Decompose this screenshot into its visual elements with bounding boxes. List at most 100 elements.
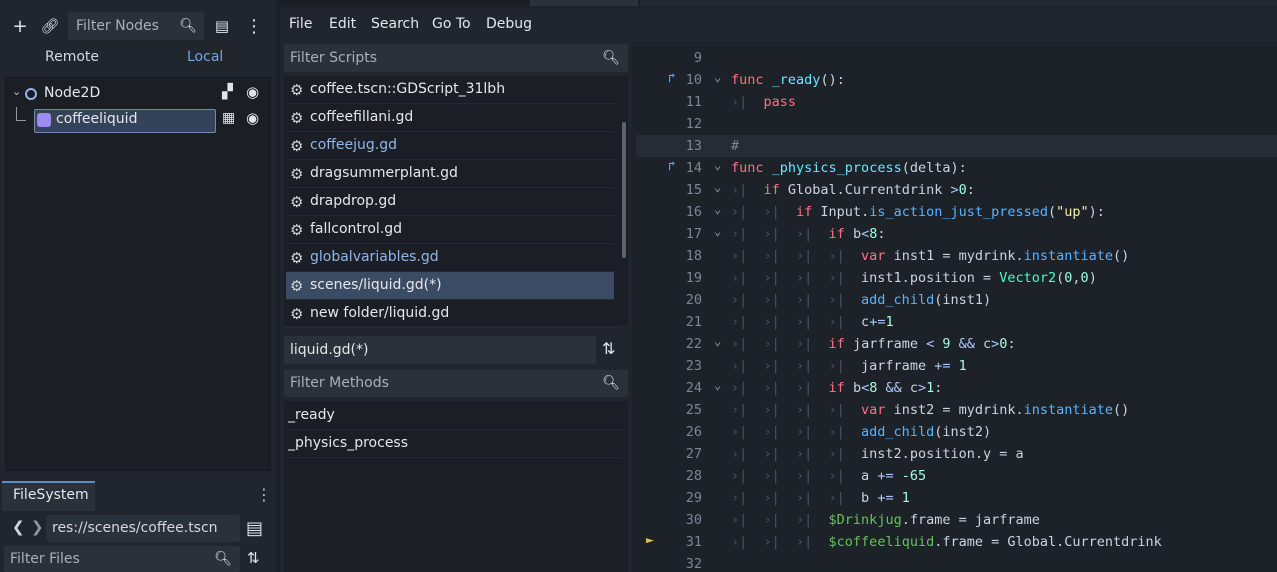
gear-icon: ⚙ [290, 277, 304, 295]
filter-files-placeholder: Filter Files [10, 551, 80, 567]
more-options-icon[interactable]: ⋮ [256, 485, 272, 504]
gear-icon: ⚙ [290, 81, 304, 99]
chevron-down-icon[interactable]: ⌄ [714, 70, 721, 84]
line-number: 21 [685, 314, 702, 330]
sort-icon[interactable]: ⇅ [602, 339, 615, 358]
execution-arrow-icon[interactable]: ► [646, 533, 654, 548]
visibility-eye-icon[interactable]: ◉ [246, 83, 259, 101]
code-line: 30 ›| ›| ›| $Drinkjug.frame = jarframe [636, 509, 1277, 531]
line-number: 13 [685, 138, 702, 154]
code-text: ›| ›| ›| ›| b += 1 [731, 490, 910, 506]
tree-item-coffeeliquid[interactable]: coffeeliquid ▦ ◉ [6, 107, 270, 133]
link-icon[interactable]: 🔗︎ [38, 14, 62, 38]
more-options-icon[interactable]: ⋮ [242, 14, 266, 38]
script-name: drapdrop.gd [310, 193, 397, 209]
script-list-panel: Filter Scripts 🔍︎ ⚙ coffee.tscn::GDScript… [280, 42, 632, 572]
code-line: 21 ›| ›| ›| ›| c+=1 [636, 311, 1277, 333]
code-text: ›| ›| ›| if b<8 && c>1: [731, 380, 943, 396]
gear-icon: ⚙ [290, 165, 304, 183]
code-text: ›| ›| ›| $Drinkjug.frame = jarframe [731, 512, 1040, 528]
forward-arrow-icon[interactable]: ❯ [31, 518, 44, 536]
chevron-down-icon[interactable]: ⌄ [714, 334, 721, 348]
script-item[interactable]: ⚙ dragsummerplant.gd [286, 160, 614, 188]
chevron-down-icon[interactable]: ⌄ [714, 378, 721, 392]
script-item[interactable]: ⚙ drapdrop.gd [286, 188, 614, 216]
local-tab[interactable]: Local [187, 49, 223, 65]
line-number: 29 [685, 490, 702, 506]
method-item[interactable]: _ready [288, 402, 622, 430]
filesystem-path-field[interactable]: res://scenes/coffee.tscn [46, 515, 240, 542]
line-number: 22 [685, 336, 702, 352]
method-item[interactable]: _physics_process [288, 430, 622, 458]
line-number: 27 [685, 446, 702, 462]
line-number: 14 [685, 160, 702, 176]
split-view-icon[interactable]: ▤ [246, 518, 263, 539]
chevron-down-icon[interactable]: ⌄ [714, 202, 721, 216]
gear-icon: ⚙ [290, 109, 304, 127]
filesystem-tab[interactable]: FileSystem [2, 481, 95, 511]
add-node-icon[interactable]: + [8, 14, 32, 38]
method-list: _ready _physics_process [284, 401, 628, 572]
code-editor[interactable]: 9 ↱ 10 ⌄ func _ready(): 11 ›| pass 12 13… [636, 42, 1277, 572]
node2d-icon [25, 88, 37, 100]
line-number: 15 [685, 182, 702, 198]
filter-files-input[interactable]: Filter Files 🔍︎ [4, 546, 240, 572]
chevron-down-icon[interactable]: ⌄ [714, 180, 721, 194]
left-dock: + 🔗︎ Filter Nodes 🔍︎ ▤ ⋮ Remote Local ⌄ … [0, 0, 276, 572]
code-text: ›| ›| ›| if jarframe < 9 && c>0: [731, 336, 1016, 352]
gear-icon: ⚙ [290, 305, 304, 323]
line-number: 31 [685, 534, 702, 550]
sort-icon[interactable]: ⇅ [247, 549, 260, 567]
gear-icon: ⚙ [290, 221, 304, 239]
tree-item-node2d[interactable]: ⌄ Node2D ▞ ◉ [6, 81, 270, 107]
code-line: 16 ⌄ ›| ›| if Input.is_action_just_press… [636, 201, 1277, 223]
code-line: 22 ⌄ ›| ›| ›| if jarframe < 9 && c>0: [636, 333, 1277, 355]
script-item[interactable]: ⚙ fallcontrol.gd [286, 216, 614, 244]
filter-methods-placeholder: Filter Methods [290, 375, 389, 391]
code-text: ›| ›| ›| ›| var inst2 = mydrink.instanti… [731, 402, 1130, 418]
script-item[interactable]: ⚙ coffeejug.gd [286, 132, 614, 160]
code-text: ›| ›| ›| ›| inst1.position = Vector2(0,0… [731, 270, 1097, 286]
menu-goto[interactable]: Go To [432, 16, 471, 32]
clapperboard-icon[interactable]: ▦ [222, 110, 235, 126]
script-icon[interactable]: ▞ [222, 84, 233, 100]
back-arrow-icon[interactable]: ❮ [12, 518, 25, 536]
chevron-down-icon[interactable]: ⌄ [714, 158, 721, 172]
filter-scripts-input[interactable]: Filter Scripts 🔍︎ [284, 44, 628, 72]
editor-tab-strip [530, 0, 638, 6]
script-item[interactable]: ⚙ globalvariables.gd [286, 244, 614, 272]
filter-methods-input[interactable]: Filter Methods 🔍︎ [284, 370, 628, 397]
chevron-down-icon[interactable]: ⌄ [12, 85, 21, 98]
chevron-down-icon[interactable]: ⌄ [714, 224, 721, 238]
filter-nodes-input[interactable]: Filter Nodes 🔍︎ [68, 12, 204, 40]
script-item[interactable]: ⚙ coffeefillani.gd [286, 104, 614, 132]
menu-edit[interactable]: Edit [329, 16, 356, 32]
script-name: fallcontrol.gd [310, 221, 403, 237]
code-line: 28 ›| ›| ›| ›| a += -65 [636, 465, 1277, 487]
visibility-eye-icon[interactable]: ◉ [246, 109, 259, 127]
script-item[interactable]: ⚙ coffee.tscn::GDScript_31lbh [286, 76, 614, 104]
script-item[interactable]: ⚙ new folder/liquid.gd [286, 300, 614, 328]
code-line: 20 ›| ›| ›| ›| add_child(inst1) [636, 289, 1277, 311]
line-number: 20 [685, 292, 702, 308]
line-number: 32 [685, 556, 702, 572]
instance-scene-icon[interactable]: ▤ [210, 14, 234, 38]
code-text: ›| ›| ›| ›| add_child(inst2) [731, 424, 992, 440]
script-list-scrollbar[interactable] [622, 122, 626, 258]
menu-debug[interactable]: Debug [486, 16, 532, 32]
code-line: 27 ›| ›| ›| ›| inst2.position.y = a [636, 443, 1277, 465]
gear-icon: ⚙ [290, 137, 304, 155]
gear-icon: ⚙ [290, 193, 304, 211]
remote-tab[interactable]: Remote [45, 49, 99, 65]
scene-toolbar: + 🔗︎ Filter Nodes 🔍︎ ▤ ⋮ [0, 8, 276, 44]
code-line: 15 ⌄ ›| if Global.Currentdrink >0: [636, 179, 1277, 201]
code-line: ↱ 14 ⌄ func _physics_process(delta): [636, 157, 1277, 179]
script-name: coffee.tscn::GDScript_31lbh [310, 81, 506, 97]
editor-tab-strip-right [640, 0, 1277, 6]
script-item-selected[interactable]: ⚙ scenes/liquid.gd(*) [286, 272, 614, 300]
menu-file[interactable]: File [289, 16, 312, 32]
tree-connector [16, 107, 26, 121]
menu-search[interactable]: Search [371, 16, 419, 32]
code-text: ›| pass [731, 94, 797, 110]
code-text: ›| ›| ›| ›| jarframe += 1 [731, 358, 967, 374]
